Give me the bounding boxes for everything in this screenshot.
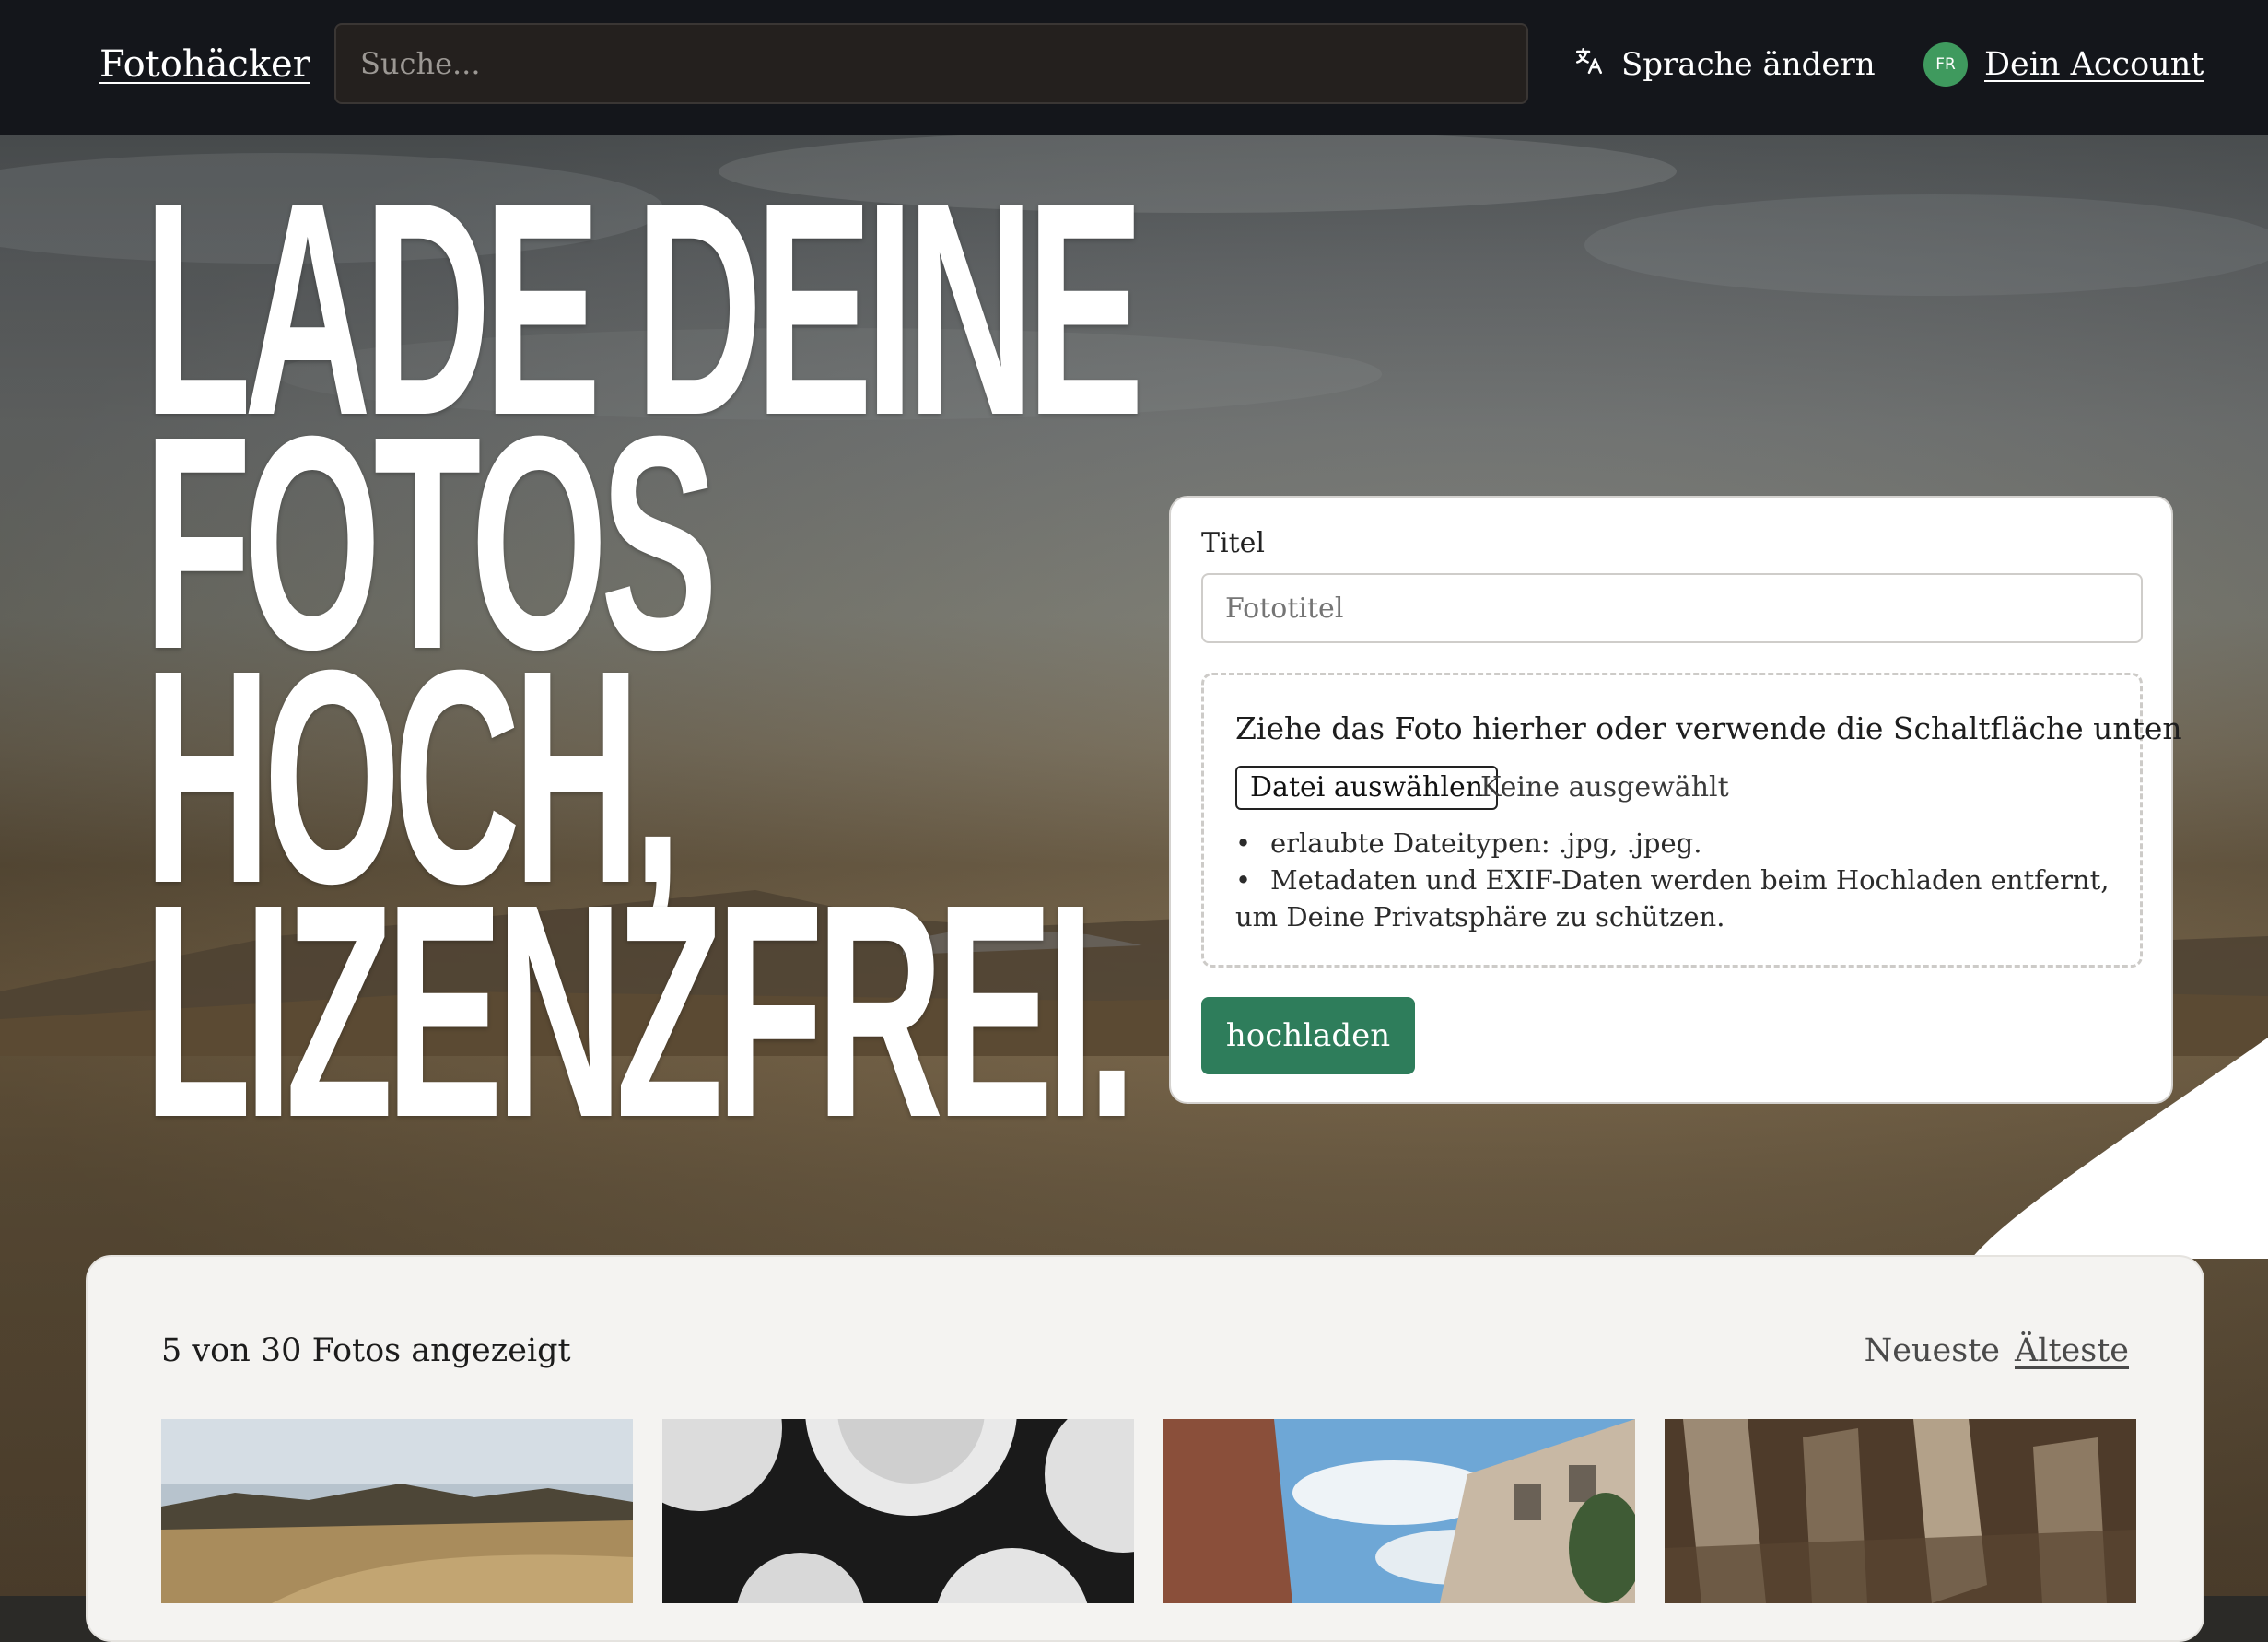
hero-headline: LADE DEINE FOTOS HOCH, LIZENZFREI. bbox=[144, 157, 1144, 1163]
sort-oldest-link[interactable]: Älteste bbox=[2015, 1332, 2129, 1369]
choose-file-button[interactable]: Datei auswählen bbox=[1235, 766, 1499, 810]
photo-thumbnail[interactable] bbox=[1163, 1419, 1635, 1603]
dropzone-instructions: Ziehe das Foto hierher oder verwende die… bbox=[1235, 710, 2182, 746]
search-input[interactable] bbox=[334, 23, 1528, 104]
wood-logs-image bbox=[1665, 1419, 2136, 1603]
desert-landscape-image bbox=[161, 1419, 633, 1603]
avatar: FR bbox=[1923, 42, 1968, 87]
language-label: Sprache ändern bbox=[1621, 46, 1876, 83]
upload-hints: erlaubte Dateitypen: .jpg, .jpeg. Metada… bbox=[1235, 825, 2120, 935]
photo-dropzone[interactable]: Ziehe das Foto hierher oder verwende die… bbox=[1201, 673, 2182, 968]
photo-count: 5 von 30 Fotos angezeigt bbox=[161, 1332, 571, 1369]
translate-icon bbox=[1573, 45, 1605, 85]
hint-item: erlaubte Dateitypen: .jpg, .jpeg. bbox=[1235, 825, 2120, 862]
abstract-circles-image bbox=[662, 1419, 1134, 1603]
brand-logo-link[interactable]: Fotohäcker bbox=[99, 37, 310, 92]
account-link[interactable]: Dein Account bbox=[1984, 46, 2204, 83]
city-buildings-sky-image bbox=[1163, 1419, 1635, 1603]
hint-item: Metadaten und EXIF-Daten werden beim Hoc… bbox=[1235, 862, 2120, 935]
photo-thumbnail[interactable] bbox=[662, 1419, 1134, 1603]
photo-title-input[interactable] bbox=[1201, 573, 2143, 643]
upload-form-card: Titel Ziehe das Foto hierher oder verwen… bbox=[1169, 496, 2182, 1104]
account-menu[interactable]: FR Dein Account bbox=[1923, 37, 2204, 92]
photo-thumbnail[interactable] bbox=[1665, 1419, 2136, 1603]
photo-gallery: 5 von 30 Fotos angezeigt Neueste Älteste bbox=[86, 1255, 2204, 1642]
title-label: Titel bbox=[1201, 527, 1266, 559]
top-navbar: Fotohäcker Sprache ändern FR Dein Accoun… bbox=[0, 0, 2268, 135]
sort-options: Neueste Älteste bbox=[1865, 1332, 2129, 1369]
headline-line: LIZENZFREI. bbox=[144, 840, 1137, 1180]
file-status: Keine ausgewählt bbox=[1480, 771, 1729, 803]
upload-button[interactable]: hochladen bbox=[1201, 997, 1415, 1074]
sort-newest-link[interactable]: Neueste bbox=[1865, 1332, 2000, 1369]
photo-thumbnail[interactable] bbox=[161, 1419, 633, 1603]
language-switcher[interactable]: Sprache ändern bbox=[1573, 37, 1876, 92]
